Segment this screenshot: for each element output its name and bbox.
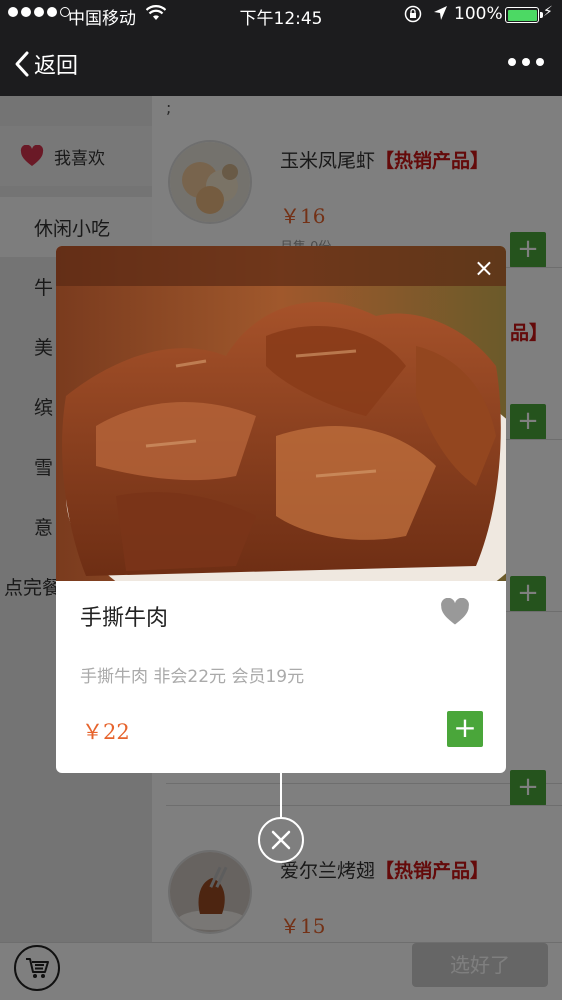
product-price: ￥22 [82,720,130,744]
close-photo-icon[interactable]: × [474,256,494,280]
product-detail-modal: × 手撕牛肉 手撕牛肉 非会22元 会员19元 ￥22 + [56,246,506,773]
product-photo [56,246,506,581]
more-dots-icon[interactable] [508,58,544,66]
close-icon [271,830,291,850]
battery-icon [505,7,543,23]
add-to-cart-button[interactable]: + [447,711,483,747]
status-bar: 中国移动 下午12:45 100% ⚡ [0,0,562,30]
back-label: 返回 [34,54,79,79]
nav-bar: 返回 [0,30,562,96]
rotation-lock-icon [404,5,422,28]
back-button[interactable]: 返回 [14,48,78,80]
product-description: 手撕牛肉 非会22元 会员19元 [80,667,305,687]
close-connector-line [280,773,282,819]
charging-bolt-icon: ⚡ [543,4,553,20]
location-arrow-icon [432,4,448,27]
battery-percentage: 100% [454,4,503,24]
product-title: 手撕牛肉 [80,606,169,631]
favorite-heart-icon[interactable] [440,597,470,630]
close-modal-button[interactable] [258,817,304,863]
chevron-left-icon [15,51,29,77]
